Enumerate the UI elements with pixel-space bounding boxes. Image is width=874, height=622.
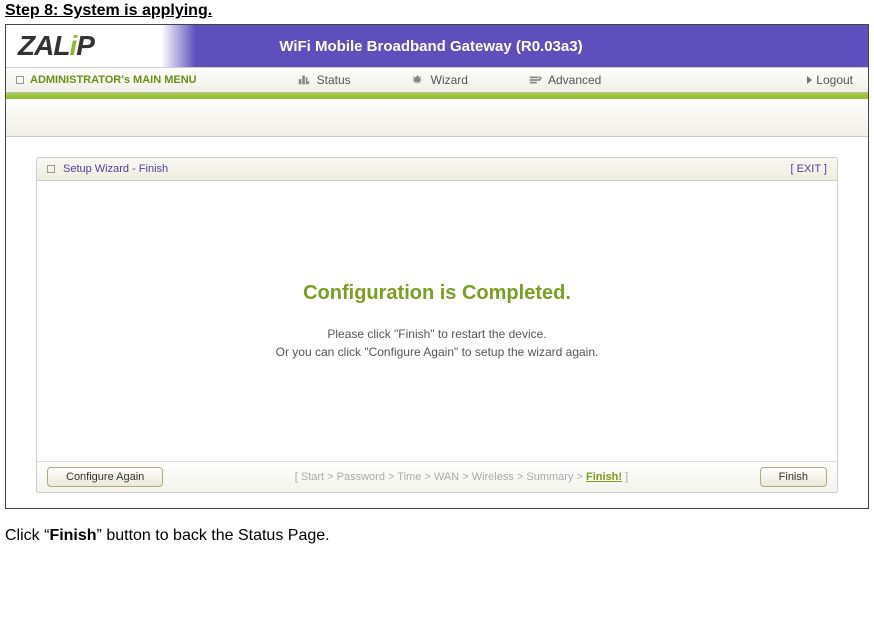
panel-header: Setup Wizard - Finish [ EXIT ] <box>36 157 838 181</box>
menu-main-label[interactable]: ADMINISTRATOR's MAIN MENU <box>30 74 197 86</box>
panel-title: Setup Wizard - Finish <box>63 163 791 175</box>
menu-item-wizard[interactable]: Wizard <box>411 73 468 87</box>
crumb-password[interactable]: Password <box>337 471 385 483</box>
crumb-finish: Finish! <box>586 471 622 483</box>
header-bar: ZALiP WiFi Mobile Broadband Gateway (R0.… <box>6 25 868 67</box>
arrow-right-icon <box>807 76 812 84</box>
status-icon <box>297 73 311 87</box>
breadcrumb: [ Start > Password > Time > WAN > Wirele… <box>163 471 759 483</box>
menu-bar: ADMINISTRATOR's MAIN MENU Status Wizard … <box>6 67 868 93</box>
gateway-frame: ZALiP WiFi Mobile Broadband Gateway (R0.… <box>5 24 869 509</box>
wizard-icon <box>411 73 425 87</box>
panel-body: Configuration is Completed. Please click… <box>36 181 838 461</box>
config-complete-heading: Configuration is Completed. <box>303 282 571 305</box>
menu-item-label: Advanced <box>548 73 601 87</box>
panel-footer: Configure Again [ Start > Password > Tim… <box>36 461 838 493</box>
menu-item-label: Status <box>317 73 351 87</box>
step-heading: Step 8: System is applying. <box>0 0 874 22</box>
crumb-wan[interactable]: WAN <box>434 471 459 483</box>
crumb-summary[interactable]: Summary <box>526 471 573 483</box>
exit-link[interactable]: [ EXIT ] <box>791 163 827 175</box>
finish-button[interactable]: Finish <box>760 467 827 487</box>
menu-item-logout[interactable]: Logout <box>807 73 853 87</box>
config-note: Please click "Finish" to restart the dev… <box>276 325 599 361</box>
config-note-line1: Please click "Finish" to restart the dev… <box>276 325 599 343</box>
menu-item-label: Wizard <box>431 73 468 87</box>
panel-bullet-icon <box>47 165 55 173</box>
instruction-text: Click “Finish” button to back the Status… <box>5 527 869 545</box>
menu-item-status[interactable]: Status <box>297 73 351 87</box>
crumb-start[interactable]: Start <box>301 471 324 483</box>
menu-item-advanced[interactable]: Advanced <box>528 73 601 87</box>
sub-bar <box>6 99 868 137</box>
configure-again-button[interactable]: Configure Again <box>47 467 163 487</box>
crumb-wireless[interactable]: Wireless <box>472 471 514 483</box>
header-title: WiFi Mobile Broadband Gateway (R0.03a3) <box>0 38 868 55</box>
advanced-icon <box>528 73 542 87</box>
content-area: Setup Wizard - Finish [ EXIT ] Configura… <box>6 137 868 508</box>
crumb-time[interactable]: Time <box>397 471 421 483</box>
menu-item-label: Logout <box>816 73 853 87</box>
menu-bullet-icon <box>16 76 24 84</box>
config-note-line2: Or you can click "Configure Again" to se… <box>276 343 599 361</box>
